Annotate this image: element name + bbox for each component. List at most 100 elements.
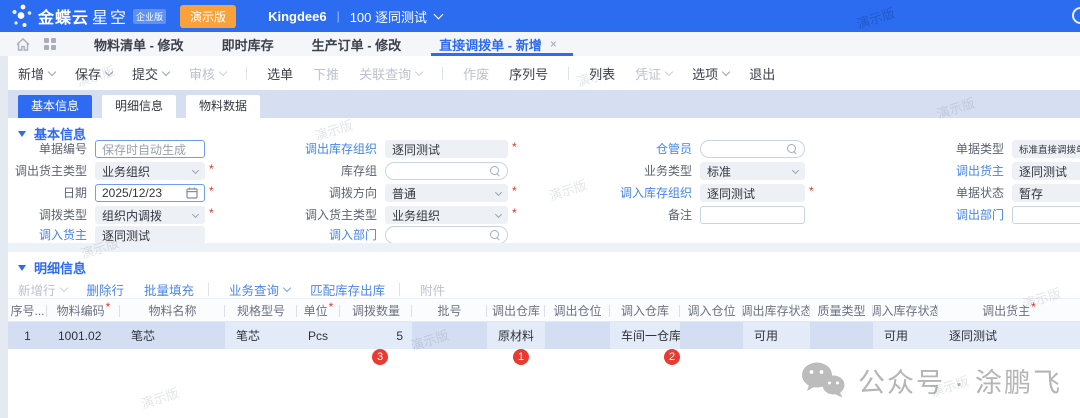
list-button[interactable]: 列表	[589, 64, 615, 83]
tab-material-data[interactable]: 物料数据	[186, 95, 260, 118]
direction-select[interactable]: 普通	[385, 184, 508, 202]
out-stock-org-field: 逐同测试	[385, 140, 508, 158]
voucher-button: 凭证	[635, 64, 672, 83]
help-icon[interactable]	[1072, 7, 1080, 24]
biz-type-select[interactable]: 标准	[700, 162, 805, 180]
col-out-owner[interactable]: 调出货主	[938, 299, 1080, 321]
serial-no-button[interactable]: 序列号	[509, 64, 548, 83]
add-row-button: 新增行	[18, 280, 67, 299]
tab-detail-info[interactable]: 明细信息	[102, 95, 176, 118]
required-asterisk	[209, 162, 214, 176]
date-label: 日期	[8, 184, 95, 202]
void-button: 作废	[463, 64, 489, 83]
left-gutter	[0, 56, 8, 418]
required-asterisk	[1031, 300, 1036, 314]
demo-version-badge: 演示版	[180, 5, 236, 28]
col-unit[interactable]: 单位	[297, 299, 340, 321]
cell-spec[interactable]: 笔芯	[225, 322, 297, 349]
col-in-location[interactable]: 调入仓位	[680, 299, 743, 321]
col-in-warehouse[interactable]: 调入仓库	[610, 299, 680, 321]
search-icon[interactable]	[489, 165, 501, 177]
col-seq[interactable]: 序号...	[8, 299, 47, 321]
cell-in-location[interactable]	[680, 322, 743, 349]
bill-no-label: 单据编号	[8, 140, 95, 158]
col-out-location[interactable]: 调出仓位	[545, 299, 610, 321]
options-button[interactable]: 选项	[692, 64, 729, 83]
out-owner-label[interactable]: 调出货主	[866, 162, 1012, 180]
chevron-down-icon	[105, 68, 113, 76]
cell-in-stock-status[interactable]: 可用	[873, 322, 938, 349]
in-dept-input[interactable]	[385, 226, 508, 244]
cell-out-stock-status[interactable]: 可用	[743, 322, 810, 349]
match-stock-button[interactable]: 匹配库存出库	[310, 280, 385, 299]
col-quality-type[interactable]: 质量类型	[810, 299, 873, 321]
detail-table: 序号... 物料编码 物料名称 规格型号 单位 调拨数量 批号 调出仓库 调出仓…	[8, 298, 1080, 349]
edition-badge: 企业版	[133, 9, 166, 24]
home-icon[interactable]	[16, 38, 30, 51]
tab-production-order[interactable]: 生产订单 - 修改	[312, 35, 402, 54]
cell-in-warehouse[interactable]: 车间一仓库	[610, 322, 680, 349]
cell-material-code[interactable]: 1001.02	[47, 322, 120, 349]
col-material-code[interactable]: 物料编码	[47, 299, 120, 321]
col-lot[interactable]: 批号	[412, 299, 487, 321]
tab-basic-info[interactable]: 基本信息	[18, 95, 92, 118]
collapse-triangle-icon	[18, 265, 26, 271]
remark-input[interactable]	[700, 206, 805, 224]
col-out-warehouse[interactable]: 调出仓库	[487, 299, 545, 321]
exit-button[interactable]: 退出	[749, 64, 775, 83]
tab-direct-transfer-new[interactable]: 直接调拨单 - 新增	[439, 32, 557, 56]
step-badge-in-warehouse: 2	[664, 349, 680, 365]
date-input[interactable]: 2025/12/23	[95, 184, 205, 202]
out-dept-input[interactable]	[1012, 206, 1080, 224]
save-button[interactable]: 保存	[75, 64, 112, 83]
search-icon[interactable]	[489, 229, 501, 241]
keeper-input[interactable]	[700, 140, 805, 158]
search-icon[interactable]	[786, 143, 798, 155]
in-owner-field: 逐同测试	[95, 226, 205, 244]
account-name: Kingdee6	[268, 9, 327, 24]
detail-section-header[interactable]: 明细信息	[8, 258, 86, 277]
chevron-down-icon	[495, 210, 502, 217]
cell-out-location[interactable]	[545, 322, 610, 349]
tab-material-list[interactable]: 物料清单 - 修改	[94, 35, 184, 54]
in-dept-label[interactable]: 调入部门	[238, 226, 385, 244]
submit-button[interactable]: 提交	[132, 64, 169, 83]
cell-quality-type[interactable]	[810, 322, 873, 349]
new-button[interactable]: 新增	[18, 64, 55, 83]
delete-row-button[interactable]: 删除行	[87, 280, 125, 299]
keeper-label[interactable]: 仓管员	[548, 140, 700, 158]
col-material-name[interactable]: 物料名称	[120, 299, 225, 321]
in-owner-label[interactable]: 调入货主	[8, 226, 95, 244]
cell-unit[interactable]: Pcs	[297, 322, 340, 349]
select-bill-button[interactable]: 选单	[267, 64, 293, 83]
close-icon[interactable]	[550, 37, 557, 51]
col-out-stock-status[interactable]: 调出库存状态	[743, 299, 810, 321]
brand-name-2: 星空	[92, 4, 128, 28]
chevron-down-icon	[722, 68, 730, 76]
batch-fill-button[interactable]: 批量填充	[144, 280, 194, 299]
chevron-down-icon[interactable]	[434, 10, 444, 20]
out-dept-label[interactable]: 调出部门	[866, 206, 1012, 224]
stock-group-input[interactable]	[385, 162, 508, 180]
col-in-stock-status[interactable]: 调入库存状态	[873, 299, 938, 321]
cell-out-warehouse[interactable]: 原材料	[487, 322, 545, 349]
cell-out-owner[interactable]: 逐同测试	[938, 322, 1080, 349]
col-spec[interactable]: 规格型号	[225, 299, 297, 321]
biz-query-button[interactable]: 业务查询	[229, 280, 290, 299]
table-row[interactable]: 1 1001.02 笔芯 笔芯 Pcs 5 原材料 车间一仓库 可用 可用 逐同…	[8, 322, 1080, 349]
apps-grid-icon[interactable]	[44, 38, 56, 50]
transfer-type-select[interactable]: 组织内调拨	[95, 206, 205, 224]
in-stock-org-label[interactable]: 调入库存组织	[548, 184, 700, 202]
cell-seq[interactable]: 1	[8, 322, 47, 349]
cell-qty[interactable]: 5	[340, 322, 412, 349]
out-stock-org-label[interactable]: 调出库存组织	[238, 140, 385, 158]
in-owner-type-select[interactable]: 业务组织	[385, 206, 508, 224]
organization-switcher[interactable]: 100 逐同测试	[350, 7, 427, 26]
tab-instant-inventory[interactable]: 即时库存	[222, 35, 274, 54]
cell-material-name[interactable]: 笔芯	[120, 322, 225, 349]
cell-lot[interactable]	[412, 322, 487, 349]
bill-no-input[interactable]: 保存时自动生成	[95, 140, 205, 158]
col-qty[interactable]: 调拨数量	[340, 299, 412, 321]
calendar-icon[interactable]	[186, 187, 198, 199]
out-owner-type-select[interactable]: 业务组织	[95, 162, 205, 180]
